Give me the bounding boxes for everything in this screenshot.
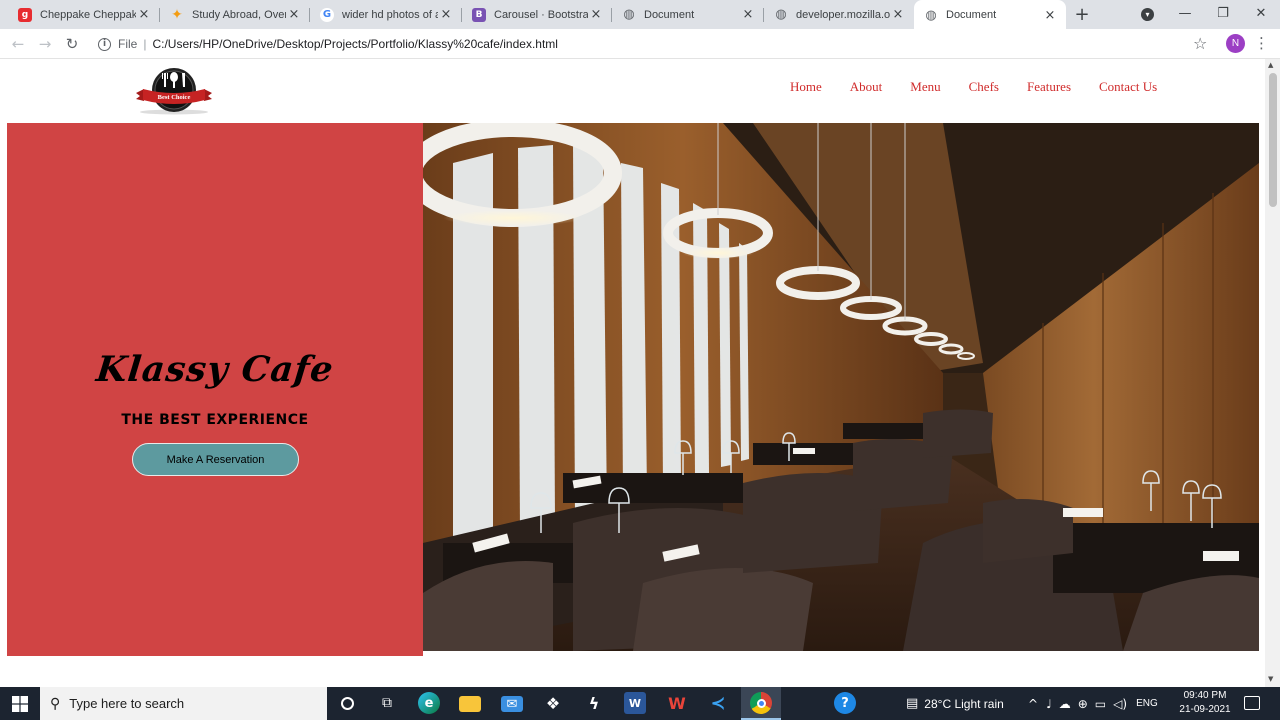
edge-icon[interactable]: e [418,692,440,714]
globe-icon: ◍ [775,7,787,22]
tab-title: developer.mozilla.org [796,8,890,21]
tab-title: Document [946,9,997,21]
help-icon[interactable]: ? [834,692,856,714]
close-icon[interactable]: × [740,7,756,22]
forward-button[interactable]: → [35,34,55,54]
browser-tab[interactable]: ◍ developer.mozilla.org × [764,0,914,29]
browser-tab[interactable]: ◍ Document × [612,0,764,29]
scroll-down-arrow-icon[interactable]: ▼ [1268,675,1273,683]
microphone-icon[interactable]: ♩ [1046,697,1052,711]
search-placeholder: Type here to search [69,696,185,711]
windows-logo-icon [12,695,28,712]
address-bar[interactable]: i File | C:/Users/HP/OneDrive/Desktop/Pr… [90,32,1220,56]
wps-office-icon[interactable]: W [666,692,688,714]
volume-icon[interactable]: ◁) [1113,697,1127,711]
scrollbar-thumb[interactable] [1269,73,1277,207]
restaurant-interior-image [423,123,1259,651]
info-icon[interactable]: i [98,37,111,51]
weather-text: 28°C Light rain [924,696,1004,711]
page-viewport: Best Choice Home About Menu Chefs Featur… [0,59,1280,687]
chrome-taskbar-button[interactable] [741,687,781,720]
close-icon[interactable]: × [1042,8,1058,23]
profile-avatar[interactable]: N [1226,34,1245,53]
dropbox-icon[interactable]: ❖ [542,692,564,714]
browser-tab[interactable]: ✦ Study Abroad, Overse × [160,0,310,29]
nav-link-home[interactable]: Home [790,78,822,96]
browser-toolbar: ← → ↻ i File | C:/Users/HP/OneDrive/Desk… [0,29,1280,59]
new-tab-button[interactable]: + [1071,4,1093,26]
bolt-app-icon[interactable]: ϟ [583,692,605,714]
tab-search-icon[interactable]: ▾ [1141,8,1154,21]
clock-date: 21-09-2021 [1179,704,1231,715]
chrome-icon [750,692,772,714]
site-header: Best Choice Home About Menu Chefs Featur… [0,59,1265,123]
pinwheel-icon: ✦ [171,6,183,23]
vscode-icon[interactable]: ≺ [707,692,729,714]
logo-text: Best Choice [158,94,191,101]
notification-center-icon[interactable] [1244,696,1260,710]
weather-icon: ▤ [906,696,919,711]
gaana-icon: g [18,7,32,22]
reload-button[interactable]: ↻ [62,34,82,54]
page-scrollbar[interactable]: ▲ ▼ [1265,59,1280,687]
close-icon[interactable]: × [588,7,604,22]
close-icon[interactable]: × [438,7,454,22]
mail-icon[interactable]: ✉ [501,696,523,712]
tab-strip: g Cheppake Cheppake ( × ✦ Study Abroad, … [0,0,1280,30]
nav-link-menu[interactable]: Menu [910,78,940,96]
task-view-icon[interactable]: ⧉ [376,692,398,714]
hero-subtitle: THE BEST EXPERIENCE [121,412,309,428]
minimize-button[interactable]: — [1166,0,1204,29]
hero-title: Klassy Cafe [94,349,336,390]
taskbar-search-input[interactable]: ⚲ Type here to search [40,687,327,720]
google-icon: G [320,7,334,22]
window-close-button[interactable]: ✕ [1242,0,1280,29]
close-icon[interactable]: × [286,7,302,22]
maximize-button[interactable]: ❐ [1204,0,1242,29]
search-icon: ⚲ [50,695,61,712]
menu-kebab-icon[interactable]: ⋮ [1254,34,1269,52]
browser-tab[interactable]: g Cheppake Cheppake ( × [8,0,160,29]
address-scheme: File [118,37,138,51]
cloud-icon[interactable]: ☁ [1059,697,1071,711]
battery-icon[interactable]: ▭ [1095,697,1106,711]
language-indicator[interactable]: ENG [1136,698,1158,709]
browser-tab[interactable]: B Carousel · Bootstrap v × [462,0,612,29]
browser-tab[interactable]: G wider hd photos of ab × [310,0,462,29]
address-url: C:/Users/HP/OneDrive/Desktop/Projects/Po… [152,37,558,51]
close-icon[interactable]: × [136,7,152,22]
nav-link-chefs[interactable]: Chefs [969,78,999,96]
windows-taskbar: ⚲ Type here to search ⧉ e ✉ ❖ ϟ W W ≺ ? … [0,687,1280,720]
tab-title: Carousel · Bootstrap v [494,8,588,21]
close-icon[interactable]: × [890,7,906,22]
weather-widget[interactable]: ▤ 28°C Light rain [906,687,1004,720]
scroll-up-arrow-icon[interactable]: ▲ [1268,61,1273,69]
globe-icon: ◍ [925,7,937,23]
site-nav: Home About Menu Chefs Features Contact U… [776,78,1171,96]
cortana-icon[interactable] [336,692,358,714]
file-explorer-icon[interactable] [459,696,481,712]
make-reservation-button[interactable]: Make A Reservation [132,443,299,476]
system-tray: ^ ♩ ☁ ⊕ ▭ ◁) ENG [1028,687,1158,720]
bookmark-star-icon[interactable]: ☆ [1193,34,1207,53]
nav-link-contact-us[interactable]: Contact Us [1099,78,1157,96]
tab-title: Cheppake Cheppake ( [40,8,136,21]
tab-title: Study Abroad, Overse [192,8,286,21]
nav-link-features[interactable]: Features [1027,78,1071,96]
show-hidden-icons-icon[interactable]: ^ [1028,697,1038,711]
hero-panel: Klassy Cafe THE BEST EXPERIENCE Make A R… [7,123,423,656]
globe-icon: ◍ [623,7,635,22]
taskbar-clock[interactable]: 09:40 PM 21-09-2021 [1170,689,1240,717]
tab-title: Document [644,8,695,21]
start-button[interactable] [0,687,40,720]
nav-link-about[interactable]: About [850,78,883,96]
browser-tab-active[interactable]: ◍ Document × [914,0,1066,30]
back-button[interactable]: ← [8,34,28,54]
tab-title: wider hd photos of ab [342,8,438,21]
bootstrap-icon: B [472,7,486,22]
site-logo[interactable]: Best Choice [134,67,214,115]
clock-time: 09:40 PM [1183,690,1227,701]
network-globe-icon[interactable]: ⊕ [1078,697,1088,711]
word-icon[interactable]: W [624,692,646,714]
